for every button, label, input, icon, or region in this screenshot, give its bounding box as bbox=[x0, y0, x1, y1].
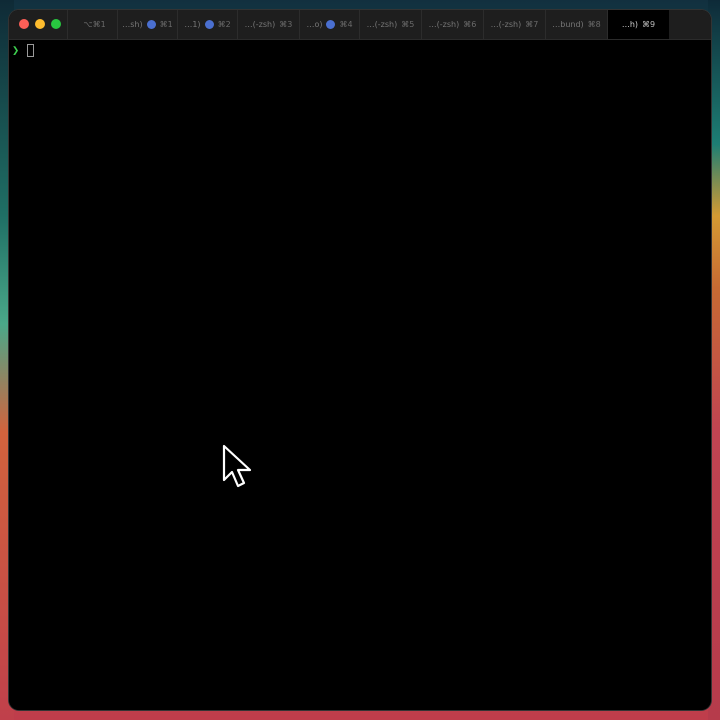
minimize-window-button[interactable] bbox=[35, 19, 45, 29]
terminal-window: ⌥⌘1 …sh) ⌘1 …1) ⌘2 …(-zsh) ⌘3 …o) ⌘4 …(-… bbox=[9, 10, 711, 710]
tab-list: ⌥⌘1 …sh) ⌘1 …1) ⌘2 …(-zsh) ⌘3 …o) ⌘4 …(-… bbox=[67, 10, 711, 39]
tab-8[interactable]: …(-zsh) ⌘7 bbox=[483, 10, 545, 39]
tab-shortcut: ⌘4 bbox=[339, 20, 353, 29]
prompt-chevron-icon: ❯ bbox=[12, 43, 20, 57]
tab-2[interactable]: …sh) ⌘1 bbox=[117, 10, 177, 39]
tab-activity-dot-icon bbox=[326, 20, 336, 29]
tab-label: …(-zsh) bbox=[244, 20, 276, 29]
tab-label: …bund) bbox=[552, 20, 584, 29]
tab-shortcut: ⌘6 bbox=[463, 20, 477, 29]
tab-7[interactable]: …(-zsh) ⌘6 bbox=[421, 10, 483, 39]
tab-activity-dot-icon bbox=[204, 20, 214, 29]
tab-shortcut: ⌘9 bbox=[642, 20, 656, 29]
close-window-button[interactable] bbox=[19, 19, 29, 29]
tab-label: …o) bbox=[306, 20, 323, 29]
tab-activity-dot-icon bbox=[146, 20, 156, 29]
tab-shortcut: ⌘5 bbox=[401, 20, 415, 29]
tab-3[interactable]: …1) ⌘2 bbox=[177, 10, 237, 39]
tab-4[interactable]: …(-zsh) ⌘3 bbox=[237, 10, 299, 39]
tab-label: …(-zsh) bbox=[366, 20, 398, 29]
prompt-line: ❯ bbox=[12, 43, 35, 57]
tab-label: …(-zsh) bbox=[490, 20, 522, 29]
tab-9[interactable]: …bund) ⌘8 bbox=[545, 10, 607, 39]
tab-shortcut: ⌥⌘1 bbox=[83, 20, 106, 29]
maximize-window-button[interactable] bbox=[51, 19, 61, 29]
text-cursor bbox=[27, 43, 35, 57]
tab-shortcut: ⌘3 bbox=[279, 20, 293, 29]
tab-1[interactable]: ⌥⌘1 bbox=[67, 10, 117, 39]
tab-10-active[interactable]: …h) ⌘9 bbox=[607, 10, 669, 39]
tab-shortcut: ⌘1 bbox=[159, 20, 173, 29]
terminal-output[interactable]: ❯ bbox=[9, 40, 711, 710]
mouse-pointer-icon bbox=[222, 444, 252, 488]
tab-bar: ⌥⌘1 …sh) ⌘1 …1) ⌘2 …(-zsh) ⌘3 …o) ⌘4 …(-… bbox=[9, 10, 711, 40]
tab-label: …1) bbox=[184, 20, 201, 29]
tab-label: …(-zsh) bbox=[428, 20, 460, 29]
tab-6[interactable]: …(-zsh) ⌘5 bbox=[359, 10, 421, 39]
tab-label: …h) bbox=[621, 20, 639, 29]
tab-label: …sh) bbox=[122, 20, 143, 29]
tab-5[interactable]: …o) ⌘4 bbox=[299, 10, 359, 39]
tab-shortcut: ⌘7 bbox=[525, 20, 539, 29]
tab-shortcut: ⌘2 bbox=[217, 20, 231, 29]
tab-shortcut: ⌘8 bbox=[587, 20, 601, 29]
